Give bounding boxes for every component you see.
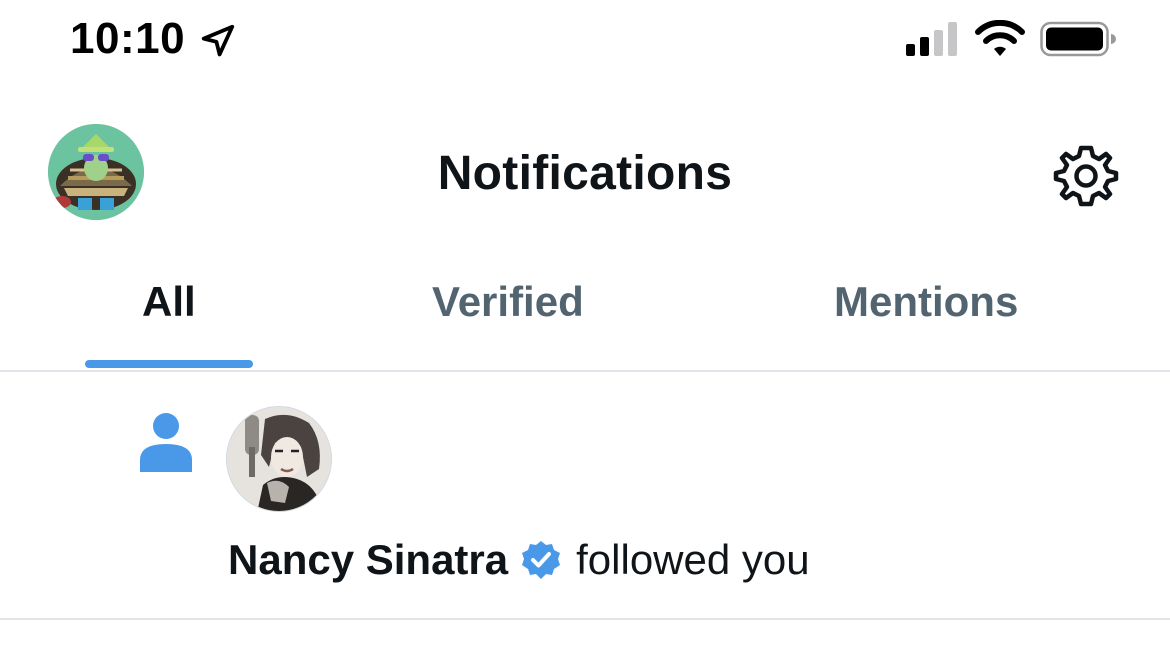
person-icon xyxy=(140,413,192,472)
status-time: 10:10 xyxy=(70,14,186,63)
location-arrow-icon xyxy=(201,24,235,57)
tab-bar: All Verified Mentions xyxy=(0,248,1170,372)
follower-avatar-image xyxy=(227,407,331,511)
tab-all[interactable]: All xyxy=(142,278,196,326)
verified-badge-icon xyxy=(522,541,561,579)
notification-action: followed you xyxy=(576,536,810,583)
notification-item[interactable]: Nancy Sinatra followed you xyxy=(0,372,1170,620)
gear-icon[interactable] xyxy=(1050,140,1122,212)
follower-avatar[interactable] xyxy=(226,406,332,512)
status-bar: 10:10 xyxy=(0,0,1170,80)
notification-text: Nancy Sinatra followed you xyxy=(228,536,810,584)
battery-icon xyxy=(1040,21,1116,57)
header: Notifications xyxy=(0,110,1170,234)
follower-name[interactable]: Nancy Sinatra xyxy=(228,536,508,584)
tab-mentions[interactable]: Mentions xyxy=(834,278,1018,326)
wifi-icon xyxy=(975,20,1025,56)
active-tab-indicator xyxy=(85,360,253,368)
cellular-signal-icon xyxy=(906,22,957,56)
page-title: Notifications xyxy=(437,147,733,200)
tab-verified[interactable]: Verified xyxy=(432,278,584,326)
